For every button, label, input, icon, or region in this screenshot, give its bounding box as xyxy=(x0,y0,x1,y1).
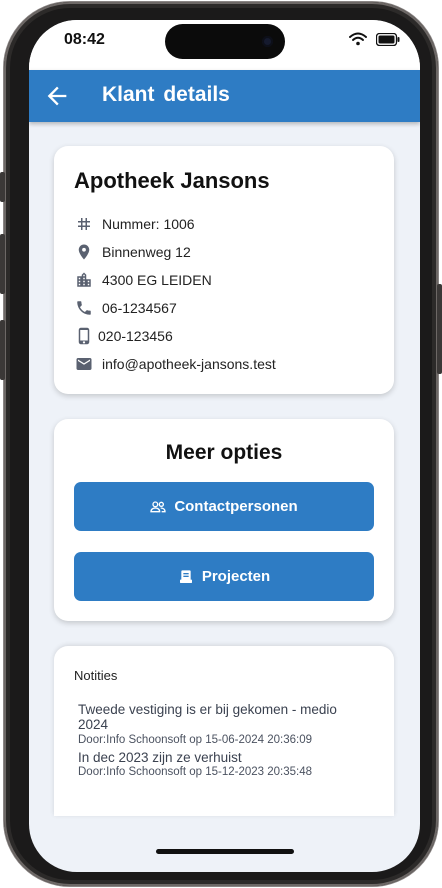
dynamic-island xyxy=(165,24,285,59)
note-meta: Door:Info Schoonsoft op 15-06-2024 20:36… xyxy=(78,734,313,746)
note-meta: Door:Info Schoonsoft op 15-12-2023 20:35… xyxy=(78,766,313,778)
power-button xyxy=(437,284,442,374)
volume-up-button xyxy=(0,234,5,294)
status-time: 08:42 xyxy=(64,31,105,48)
notes-card: Notities Tweede vestiging is er bij geko… xyxy=(54,646,394,816)
city-buildings-icon xyxy=(74,270,94,290)
receipt-icon xyxy=(178,569,194,585)
customer-name: Apotheek Jansons xyxy=(74,168,270,193)
customer-mobile: 020-123456 xyxy=(98,328,173,344)
battery-icon xyxy=(375,32,400,51)
hash-icon xyxy=(74,214,94,234)
address-row: Binnenweg 12 xyxy=(74,241,191,263)
status-icons xyxy=(349,32,400,51)
phone-icon xyxy=(74,298,94,318)
mail-icon xyxy=(74,354,94,374)
email-row[interactable]: info@apotheek-jansons.test xyxy=(74,353,276,375)
camera-icon xyxy=(262,36,273,47)
smartphone-icon xyxy=(74,326,94,346)
projects-button-label: Projecten xyxy=(201,568,271,585)
page-title: Klant details xyxy=(102,83,230,106)
back-arrow-icon[interactable] xyxy=(43,82,71,110)
home-indicator[interactable] xyxy=(156,849,294,854)
note-text: In dec 2023 zijn ze verhuist xyxy=(78,750,242,765)
customer-phone: 06-1234567 xyxy=(102,300,177,316)
volume-down-button xyxy=(0,320,5,380)
action-button xyxy=(0,172,5,202)
status-bar: 08:42 xyxy=(29,20,420,70)
phone-row[interactable]: 06-1234567 xyxy=(74,297,177,319)
app-bar: Klant details xyxy=(29,70,420,122)
options-title: Meer opties xyxy=(165,441,283,464)
mobile-row[interactable]: 020-123456 xyxy=(74,325,173,347)
contacts-button[interactable]: Contactpersonen xyxy=(74,482,374,531)
screen: 08:42 Klant details Apotheek Jansons Num… xyxy=(29,20,420,872)
notes-heading: Notities xyxy=(74,668,118,683)
note-text: Tweede vestiging is er bij gekomen - med… xyxy=(78,702,337,732)
number-row: Nummer: 1006 xyxy=(74,213,195,235)
contacts-button-label: Contactpersonen xyxy=(174,498,298,515)
options-card: Meer opties Contactpersonen Projecten xyxy=(54,419,394,621)
customer-address: Binnenweg 12 xyxy=(102,244,191,260)
projects-button[interactable]: Projecten xyxy=(74,552,374,601)
customer-number: Nummer: 1006 xyxy=(102,216,195,232)
customer-postal-city: 4300 EG LEIDEN xyxy=(102,272,212,288)
people-icon xyxy=(150,499,166,515)
wifi-icon xyxy=(349,32,367,51)
customer-card: Apotheek Jansons Nummer: 1006 Binnenweg … xyxy=(54,146,394,394)
customer-email: info@apotheek-jansons.test xyxy=(102,356,276,372)
location-pin-icon xyxy=(74,242,94,262)
city-row: 4300 EG LEIDEN xyxy=(74,269,212,291)
phone-frame: 08:42 Klant details Apotheek Jansons Num… xyxy=(0,2,442,886)
